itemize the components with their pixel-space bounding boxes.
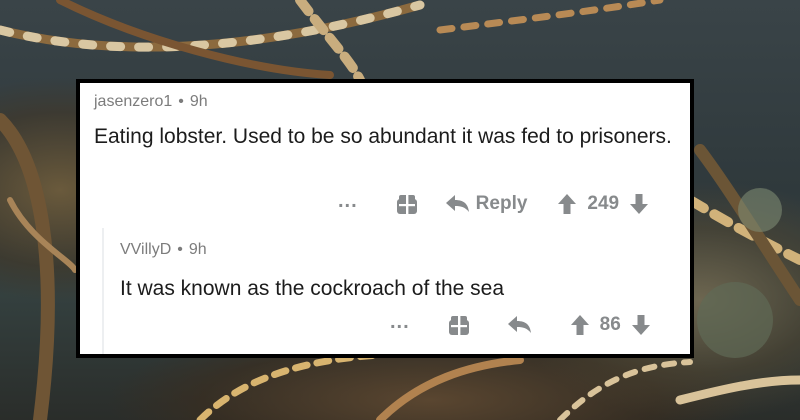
- more-options-button[interactable]: ...: [338, 191, 358, 212]
- down-arrow-icon[interactable]: [631, 314, 651, 336]
- comment-age: 9h: [189, 93, 208, 110]
- comment-meta: jasenzero1 • 9h: [94, 93, 208, 111]
- vote-score: 249: [587, 193, 620, 214]
- reply-body: It was known as the cockroach of the sea: [120, 277, 505, 300]
- up-arrow-icon[interactable]: [557, 193, 577, 215]
- reply-meta: VVillyD • 9h: [120, 241, 207, 259]
- thread-line[interactable]: [102, 228, 104, 354]
- comment-actions: ... Reply 249: [338, 188, 649, 220]
- reply-label: Reply: [475, 193, 528, 214]
- down-arrow-icon[interactable]: [629, 193, 649, 215]
- reply-button[interactable]: Reply: [445, 193, 528, 215]
- reply-arrow-icon[interactable]: [507, 316, 532, 334]
- comment-body: Eating lobster. Used to be so abundant i…: [94, 125, 672, 148]
- meta-separator: •: [178, 93, 184, 110]
- more-options-button[interactable]: ...: [390, 312, 410, 333]
- username-link[interactable]: jasenzero1: [94, 93, 172, 110]
- reply-arrow-icon: [445, 195, 470, 213]
- vote-score: 86: [599, 314, 621, 335]
- reply-actions: ... 86: [390, 309, 651, 341]
- gift-award-icon[interactable]: [396, 193, 418, 215]
- gift-award-icon[interactable]: [448, 314, 470, 336]
- meta-separator: •: [177, 241, 183, 258]
- comment-age: 9h: [188, 241, 207, 258]
- up-arrow-icon[interactable]: [570, 314, 590, 336]
- comment-card: jasenzero1 • 9h Eating lobster. Used to be…: [76, 79, 694, 358]
- username-link[interactable]: VVillyD: [120, 241, 171, 258]
